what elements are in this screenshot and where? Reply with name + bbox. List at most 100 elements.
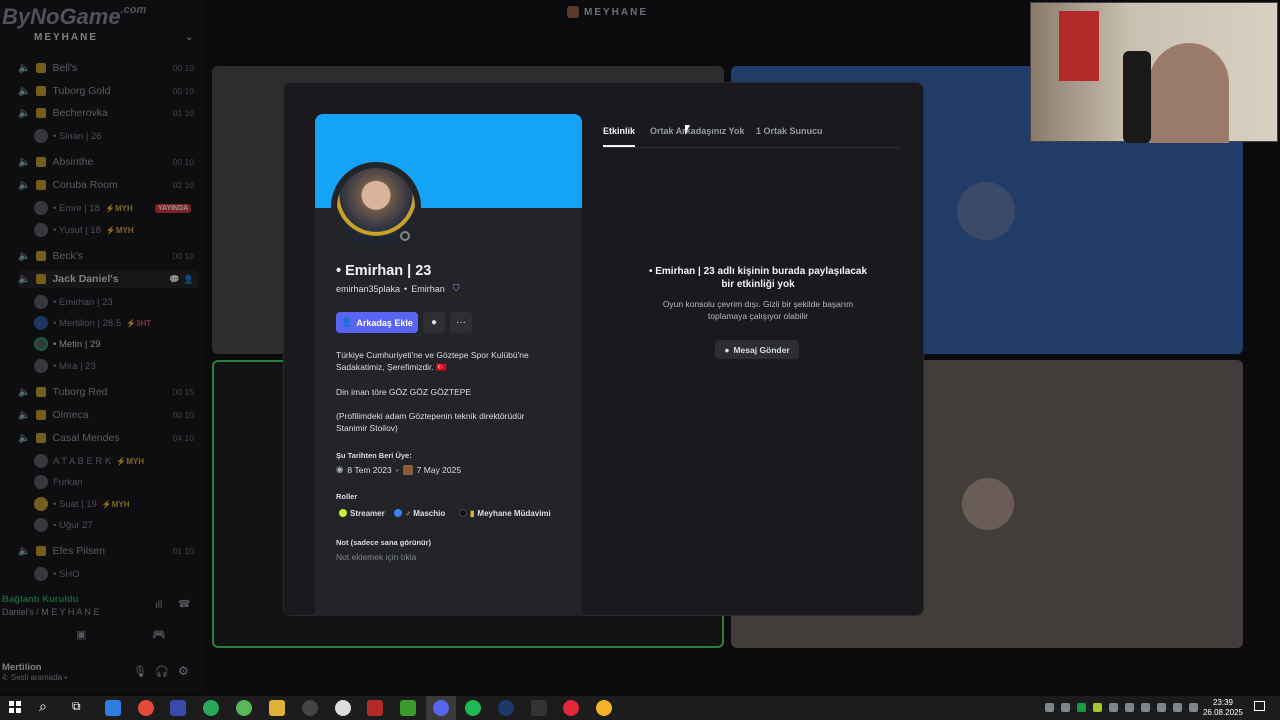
- chevron-down-icon[interactable]: ⌄: [185, 32, 193, 43]
- voice-channel[interactable]: 🔈 Casal Mendes 04 10: [18, 429, 198, 447]
- avatar: [34, 497, 48, 511]
- role-chip[interactable]: ▮ Meyhane Müdavimi: [459, 506, 551, 520]
- tile-avatar: [962, 478, 1014, 530]
- voice-channel[interactable]: 🔈 Olmeca 00 10: [18, 406, 198, 424]
- beer-icon: [36, 108, 47, 118]
- chrome-icon[interactable]: [138, 700, 154, 716]
- mic-icon[interactable]: [1061, 703, 1070, 712]
- activity-icon[interactable]: 🎮: [152, 628, 166, 641]
- empty-desc: toplamaya çalışıyor olabilir: [707, 311, 809, 321]
- voice-channel[interactable]: 🔈 Efes Pilsen 01 10: [18, 542, 198, 560]
- discord-icon[interactable]: [433, 700, 449, 716]
- send-message-button[interactable]: ● Mesaj Gönder: [715, 340, 799, 359]
- chat-icon[interactable]: 💬: [169, 274, 180, 285]
- server-header[interactable]: MEYHANE: [34, 32, 98, 43]
- voice-member[interactable]: • Sinan | 26: [34, 127, 102, 145]
- voice-channel-active[interactable]: 🔈 Jack Daniel's 💬 👤: [18, 270, 198, 288]
- avatar: [34, 475, 48, 489]
- add-user-icon[interactable]: 👤: [183, 274, 194, 285]
- store-icon[interactable]: [105, 700, 121, 716]
- epic-games-icon[interactable]: [531, 700, 547, 716]
- beer-icon: [36, 274, 47, 284]
- avatar: [34, 129, 48, 143]
- note-input[interactable]: Not eklemek için tıkla: [336, 552, 416, 562]
- add-friend-button[interactable]: 👤 Arkadaş Ekle: [336, 312, 418, 333]
- ellipsis-icon: ···: [456, 317, 466, 328]
- beer-icon: [36, 433, 47, 443]
- server-icon: [567, 6, 579, 18]
- voice-member[interactable]: • Mira | 23: [34, 357, 96, 375]
- notification-icon[interactable]: [1254, 701, 1265, 711]
- signal-icon: ıll: [155, 600, 163, 611]
- voice-member[interactable]: • Emirhan | 23: [34, 293, 113, 311]
- speaker-icon: 🔈: [18, 107, 31, 119]
- voice-member[interactable]: • Emre | 18 ⚡MYH YAYINDA: [34, 199, 204, 217]
- voice-channel[interactable]: 🔈 Beck's 00 10: [18, 247, 198, 265]
- bio-line: (Profilimdeki adam Göztepenin teknik dir…: [336, 411, 525, 421]
- steam-icon[interactable]: [498, 700, 514, 716]
- app-icon[interactable]: [236, 700, 252, 716]
- beer-icon: [36, 387, 47, 397]
- voice-member[interactable]: • Metin | 29: [34, 335, 101, 353]
- webcam-chair: [1123, 51, 1151, 143]
- nvidia-icon[interactable]: [400, 700, 416, 716]
- spotify-icon[interactable]: [465, 700, 481, 716]
- avatar: [34, 337, 48, 351]
- avatar[interactable]: [331, 162, 421, 252]
- voice-member[interactable]: • SHO: [34, 565, 80, 583]
- voice-channel[interactable]: 🔈 Tuborg Gold 00 10: [18, 82, 198, 100]
- gear-icon[interactable]: ⚙: [178, 664, 189, 678]
- windows-start-icon[interactable]: [9, 701, 21, 713]
- voice-member[interactable]: • Suat | 19 ⚡MYH: [34, 495, 130, 513]
- task-view-icon[interactable]: ⧉: [72, 699, 81, 714]
- tray-icon[interactable]: [1093, 703, 1102, 712]
- voice-member[interactable]: • Yusuf | 18 ⚡MYH: [34, 221, 134, 239]
- clock[interactable]: 23:39 26.08.2025: [1200, 698, 1246, 718]
- app-icon[interactable]: [203, 700, 219, 716]
- screen-share-icon[interactable]: ▣: [76, 628, 86, 641]
- tab-mutual-servers[interactable]: 1 Ortak Sunucu: [756, 126, 823, 136]
- watermark: ByNoGame.com: [2, 4, 147, 29]
- tray-icon[interactable]: [1141, 703, 1150, 712]
- chrome-icon[interactable]: [596, 700, 612, 716]
- note-label: Not (sadece sana görünür): [336, 538, 432, 547]
- voice-member[interactable]: • Mertilion | 28.5 ⚡3HT: [34, 314, 151, 332]
- headphones-icon[interactable]: 🎧: [155, 665, 169, 678]
- language-icon[interactable]: [1189, 703, 1198, 712]
- voice-channel[interactable]: 🔈 Absinthe 00 10: [18, 153, 198, 171]
- voice-member[interactable]: Furkan: [34, 473, 83, 491]
- speaker-icon: 🔈: [18, 545, 31, 557]
- app-icon[interactable]: [302, 700, 318, 716]
- network-icon[interactable]: [1157, 703, 1166, 712]
- voice-channel[interactable]: 🔈 Tuborg Red 00 15: [18, 383, 198, 401]
- tile-avatar: [957, 182, 1015, 240]
- more-options-button[interactable]: ···: [450, 312, 472, 333]
- role-chip[interactable]: ♂ Maschio: [394, 506, 445, 520]
- tray-icon[interactable]: [1077, 703, 1086, 712]
- member-since-dates: ◉ 8 Tem 2023 • 7 May 2025: [336, 464, 462, 475]
- tray-icon[interactable]: [1109, 703, 1118, 712]
- steam-icon[interactable]: [335, 700, 351, 716]
- voice-channel[interactable]: 🔈 Coruba Room 02 10: [18, 176, 198, 194]
- role-color-dot: [459, 509, 467, 517]
- disconnect-icon[interactable]: ☎: [178, 599, 190, 610]
- voice-channel[interactable]: 🔈 Bell's 00 10: [18, 59, 198, 77]
- opera-icon[interactable]: [563, 700, 579, 716]
- app-icon[interactable]: [170, 700, 186, 716]
- tray-icon[interactable]: [1045, 703, 1054, 712]
- empty-desc: Oyun konsolu çevrim dışı. Gizli bir şeki…: [662, 299, 854, 309]
- mic-icon[interactable]: 🎙: [133, 665, 147, 678]
- voice-member[interactable]: A T A B E R K ⚡MYH: [34, 452, 144, 470]
- message-button[interactable]: ●: [423, 312, 445, 333]
- role-chip[interactable]: Streamer: [339, 506, 385, 520]
- volume-icon[interactable]: [1173, 703, 1182, 712]
- voice-member[interactable]: • Uğur 27: [34, 516, 93, 534]
- voice-channel[interactable]: 🔈 Becherovka 01 10: [18, 104, 198, 122]
- file-explorer-icon[interactable]: [269, 700, 285, 716]
- tab-activity[interactable]: Etkinlik: [603, 126, 635, 136]
- search-icon[interactable]: ⌕: [39, 698, 47, 715]
- empty-title: bir etkinliği yok: [721, 279, 795, 290]
- tab-mutual-friends[interactable]: Ortak Arkadaşınız Yok: [650, 126, 744, 136]
- app-icon[interactable]: [367, 700, 383, 716]
- tray-icon[interactable]: [1125, 703, 1134, 712]
